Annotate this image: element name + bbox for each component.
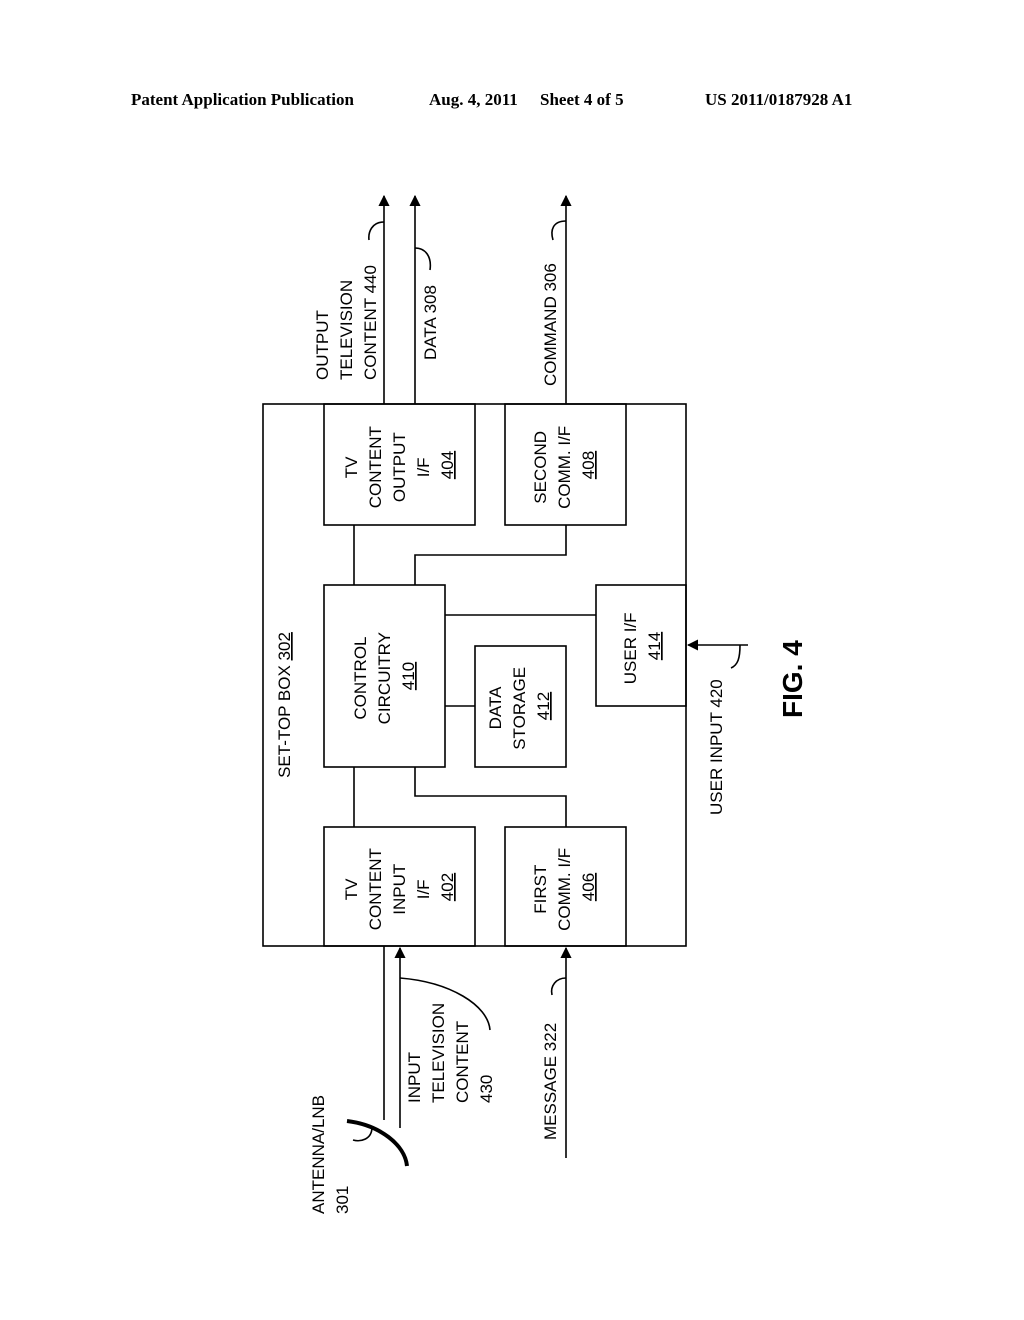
antenna-dish-icon: [346, 1119, 409, 1167]
data-storage-label: DATA STORAGE 412: [486, 662, 553, 750]
data-leader: [414, 247, 432, 271]
message-322-label: MESSAGE 322: [541, 1023, 560, 1140]
connector-control-first-comm: [414, 767, 567, 827]
command-306-label: COMMAND 306: [541, 263, 560, 386]
control-circuitry-label: CONTROL CIRCUITRY 410: [351, 628, 418, 725]
connector-control-second-comm: [414, 525, 567, 585]
message-leader: [550, 977, 567, 996]
user-if-label: USER I/F 414: [621, 608, 664, 685]
tv-output-if-label: TV CONTENT OUTPUT I/F 404: [342, 422, 457, 509]
set-top-box-label: SET-TOP BOX 302: [275, 632, 294, 778]
user-input-420-label: USER INPUT 420: [707, 679, 726, 815]
antenna-lnb-label: ANTENNA/LNB 301: [309, 1090, 352, 1214]
antenna-leader: [352, 1126, 373, 1142]
user-input-leader: [730, 644, 741, 669]
command-leader: [551, 220, 567, 241]
figure-caption: FIG. 4: [777, 640, 808, 718]
data-308-label: DATA 308: [421, 285, 440, 360]
tv-input-if-label: TV CONTENT INPUT I/F 402: [342, 844, 457, 931]
input-tv-content-label: INPUT TELEVISION CONTENT 430: [405, 998, 496, 1103]
second-comm-if-label: SECOND COMM. I/F 408: [531, 421, 598, 509]
first-comm-if-label: FIRST COMM. I/F 406: [531, 843, 598, 931]
user-if-box: [595, 584, 687, 707]
output-tv-leader: [368, 221, 385, 241]
block-diagram: SET-TOP BOX 302 TV CONTENT OUTPUT I/F 40…: [262, 194, 808, 1214]
output-tv-content-label: OUTPUT TELEVISION CONTENT 440: [313, 265, 380, 380]
